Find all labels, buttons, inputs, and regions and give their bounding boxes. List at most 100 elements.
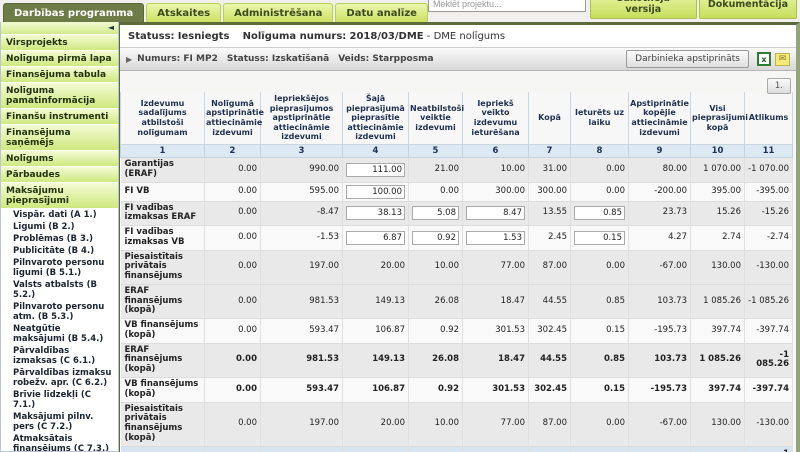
excel-export-icon[interactable]: x xyxy=(757,52,771,66)
value-cell: 130.00 xyxy=(691,402,745,446)
sidebar-item-pilnvaroto-personu-līgumi-b-5-1[interactable]: Pilnvaroto personu līgumi (B 5.1.) xyxy=(1,257,118,279)
sidebar-item-pārvaldības-izmaksu-robežv-apr-c-6-2[interactable]: Pārvaldības izmaksu robežv. apr. (C 6.2.… xyxy=(1,367,118,389)
tab-darbības-programma[interactable]: Darbības programma xyxy=(3,3,144,22)
value-cell: 0.15 xyxy=(571,377,629,402)
expand-arrow-icon[interactable]: ▶ xyxy=(126,55,132,64)
value-cell: 23.73 xyxy=(629,201,691,226)
sidebar-item-finansējuma-saņēmējs[interactable]: Finansējuma saņēmējs xyxy=(1,125,118,151)
column-number: 6 xyxy=(463,144,529,157)
total-value-cell: 276.00 xyxy=(343,446,409,452)
value-cell: 0.00 xyxy=(571,402,629,446)
value-cell xyxy=(343,157,409,182)
sidebar-item-valsts-atbalsts-b-5-2[interactable]: Valsts atbalsts (B 5.2.) xyxy=(1,279,118,301)
sidebar-items: VirsprojektsNolīguma pirmā lapaFinansēju… xyxy=(1,35,118,452)
column-header: Apstiprinātie kopējie attiecināmie izdev… xyxy=(629,92,691,144)
sidebar-item-pārvaldības-izmaksas-c-6-1[interactable]: Pārvaldības izmaksas (C 6.1.) xyxy=(1,345,118,367)
sidebar-item-neatgūtie-maksājumi-b-5-4[interactable]: Neatgūtie maksājumi (B 5.4.) xyxy=(1,323,118,345)
amount-input[interactable] xyxy=(574,206,625,220)
sākotnējā-versija-button[interactable]: Sākotnējā versija xyxy=(590,0,697,19)
sidebar-item-problēmas-b-3[interactable]: Problēmas (B 3.) xyxy=(1,233,118,245)
amount-input[interactable] xyxy=(346,163,405,177)
total-value-cell: 434.00 xyxy=(529,446,571,452)
value-cell: 21.00 xyxy=(409,157,463,182)
tab-administrēšana[interactable]: Administrēšana xyxy=(223,3,333,22)
sidebar-item-nolīguma-pirmā-lapa[interactable]: Nolīguma pirmā lapa xyxy=(1,51,118,67)
amount-input[interactable] xyxy=(412,206,459,220)
tab-datu-analīze[interactable]: Datu analīze xyxy=(335,3,428,22)
sidebar-item-publicitāte-b-4[interactable]: Publicitāte (B 4.) xyxy=(1,245,118,257)
value-cell: 595.00 xyxy=(261,182,343,201)
value-cell: -1 085.26 xyxy=(745,343,793,377)
sidebar-item-līgumi-b-2[interactable]: Līgumi (B 2.) xyxy=(1,221,118,233)
column-number: 10 xyxy=(691,144,745,157)
value-cell: 0.00 xyxy=(205,157,261,182)
sidebar-item-finansējuma-tabula[interactable]: Finansējuma tabula xyxy=(1,67,118,83)
dokumentācija-button[interactable]: Dokumentācija xyxy=(699,0,797,19)
total-value-cell: 1.00 xyxy=(571,446,629,452)
value-cell: 302.45 xyxy=(529,319,571,344)
sidebar-item-virsprojekts[interactable]: Virsprojekts xyxy=(1,35,118,51)
sidebar-item-maksājumi-pilnv-pers-c-7-2[interactable]: Maksājumi pilnv. pers (C 7.2.) xyxy=(1,411,118,433)
top-buttons: Sākotnējā versijaDokumentācija xyxy=(590,0,797,19)
amount-input[interactable] xyxy=(466,206,525,220)
amount-input[interactable] xyxy=(346,185,405,199)
envelope-icon[interactable]: ✉ xyxy=(775,53,790,66)
sidebar-item-pārbaudes[interactable]: Pārbaudes xyxy=(1,167,118,183)
sidebar-item-brīvie-līdzekļi-c-7-1[interactable]: Brīvie līdzekļi (C 7.1.) xyxy=(1,389,118,411)
contract-name: - DME nolīgums xyxy=(427,31,505,42)
value-cell: 10.00 xyxy=(409,250,463,284)
value-cell xyxy=(343,201,409,226)
main-panel: Statuss: Iesniegts Nolīguma numurs: 2018… xyxy=(119,22,800,452)
sidebar-item-nolīguma-pamatinformācija[interactable]: Nolīguma pamatinformācija xyxy=(1,83,118,109)
sidebar-item-finanšu-instrumenti[interactable]: Finanšu instrumenti xyxy=(1,109,118,125)
page-1-button[interactable]: 1. xyxy=(767,78,791,94)
column-number: 5 xyxy=(409,144,463,157)
value-cell: 20.00 xyxy=(343,402,409,446)
amount-input[interactable] xyxy=(574,231,625,245)
table-row: FI vadības izmaksas ERAF0.00-8.4713.5523… xyxy=(121,201,793,226)
sidebar-item-pilnvaroto-personu-atm-b-5-3[interactable]: Pilnvaroto personu atm. (B 5.3.) xyxy=(1,301,118,323)
status-value: Iesniegts xyxy=(178,31,230,42)
request-summary: Numurs: FI MP2Statuss: IzskatīšanāVeids:… xyxy=(137,54,433,64)
search-input[interactable] xyxy=(428,0,586,12)
sidebar-item-vispār-dati-a-1[interactable]: Vispār. dati (A 1.) xyxy=(1,209,118,221)
value-cell: 44.55 xyxy=(529,343,571,377)
value-cell: -2.74 xyxy=(745,226,793,251)
value-cell: 103.73 xyxy=(629,284,691,318)
value-cell: 0.00 xyxy=(205,201,261,226)
pagination-strip: 1. xyxy=(120,71,796,92)
amount-input[interactable] xyxy=(346,206,405,220)
value-cell: 20.00 xyxy=(343,250,409,284)
sidebar: ◄ VirsprojektsNolīguma pirmā lapaFinansē… xyxy=(0,22,119,452)
value-cell: -200.00 xyxy=(629,182,691,201)
sidebar-collapse-icon[interactable]: ◄ xyxy=(108,23,114,32)
value-cell: 18.47 xyxy=(463,284,529,318)
column-number: 2 xyxy=(205,144,261,157)
value-cell xyxy=(409,201,463,226)
value-cell xyxy=(343,226,409,251)
sidebar-item-maksājumu-pieprasījumi[interactable]: Maksājumu pieprasījumi xyxy=(1,183,118,209)
table-row: FI VB0.00595.000.00300.00300.000.00-200.… xyxy=(121,182,793,201)
row-label: Piesaistītais privātais finansējums xyxy=(121,250,205,284)
table-row: Garantijas (ERAF)0.00990.0021.0010.0031.… xyxy=(121,157,793,182)
sidebar-item-nolīgums[interactable]: Nolīgums xyxy=(1,151,118,167)
employee-approved-button[interactable]: Darbinieka apstiprināts xyxy=(626,50,749,68)
sidebar-item-atmaksātais-finansējums-c-7-3[interactable]: Atmaksātais finansējums (C 7.3.) xyxy=(1,433,118,452)
amount-input[interactable] xyxy=(466,231,525,245)
value-cell: 300.00 xyxy=(529,182,571,201)
value-cell: 44.55 xyxy=(529,284,571,318)
value-cell: 301.53 xyxy=(463,377,529,402)
amount-input[interactable] xyxy=(346,231,405,245)
value-cell: 1 070.00 xyxy=(691,157,745,182)
value-cell: 106.87 xyxy=(343,377,409,402)
value-cell: 397.74 xyxy=(691,377,745,402)
sidebar-header-strip: ◄ xyxy=(1,22,118,35)
amount-input[interactable] xyxy=(412,231,459,245)
value-cell xyxy=(343,182,409,201)
value-cell: 0.00 xyxy=(409,182,463,201)
column-number: 4 xyxy=(343,144,409,157)
tab-atskaites[interactable]: Atskaites xyxy=(146,3,221,22)
value-cell: 0.00 xyxy=(205,343,261,377)
top-navigation-bar: Darbības programmaAtskaitesAdministrēšan… xyxy=(0,0,800,22)
value-cell: 0.00 xyxy=(205,402,261,446)
